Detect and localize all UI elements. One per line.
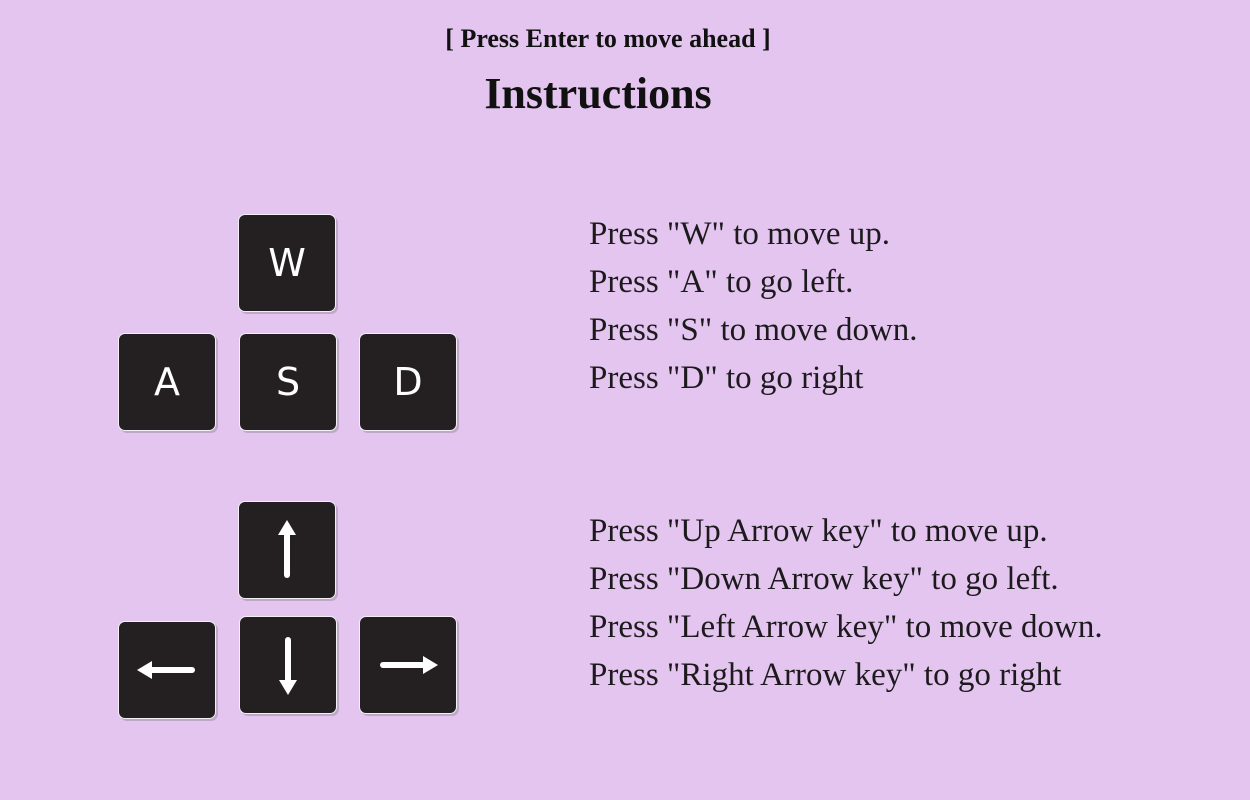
key-a-label: A: [154, 360, 180, 404]
arrow-up-icon: [277, 520, 297, 580]
key-w[interactable]: W: [239, 215, 335, 311]
key-s-label: S: [275, 360, 301, 404]
key-down-arrow[interactable]: [240, 617, 336, 713]
enter-hint: [ Press Enter to move ahead ]: [445, 24, 771, 53]
arrow-instructions: Press "Up Arrow key" to move up. Press "…: [589, 507, 1103, 699]
page-title: Instructions: [484, 69, 712, 118]
arrow-down-icon: [278, 635, 298, 695]
instruction-line: Press "Up Arrow key" to move up.: [589, 513, 1048, 549]
instruction-line: Press "A" to go left.: [589, 264, 854, 300]
arrow-right-icon: [378, 655, 438, 675]
key-a[interactable]: A: [119, 334, 215, 430]
key-right-arrow[interactable]: [360, 617, 456, 713]
instruction-line: Press "Right Arrow key" to go right: [589, 657, 1062, 693]
instruction-line: Press "W" to move up.: [589, 216, 890, 252]
key-up-arrow[interactable]: [239, 502, 335, 598]
arrow-left-icon: [137, 660, 197, 680]
key-s[interactable]: S: [240, 334, 336, 430]
key-d[interactable]: D: [360, 334, 456, 430]
key-left-arrow[interactable]: [119, 622, 215, 718]
instruction-line: Press "Left Arrow key" to move down.: [589, 609, 1103, 645]
key-d-label: D: [393, 360, 423, 404]
key-w-label: W: [268, 241, 306, 285]
wasd-instructions: Press "W" to move up. Press "A" to go le…: [589, 210, 918, 402]
instruction-line: Press "D" to go right: [589, 360, 864, 396]
instruction-line: Press "Down Arrow key" to go left.: [589, 561, 1059, 597]
instruction-line: Press "S" to move down.: [589, 312, 918, 348]
